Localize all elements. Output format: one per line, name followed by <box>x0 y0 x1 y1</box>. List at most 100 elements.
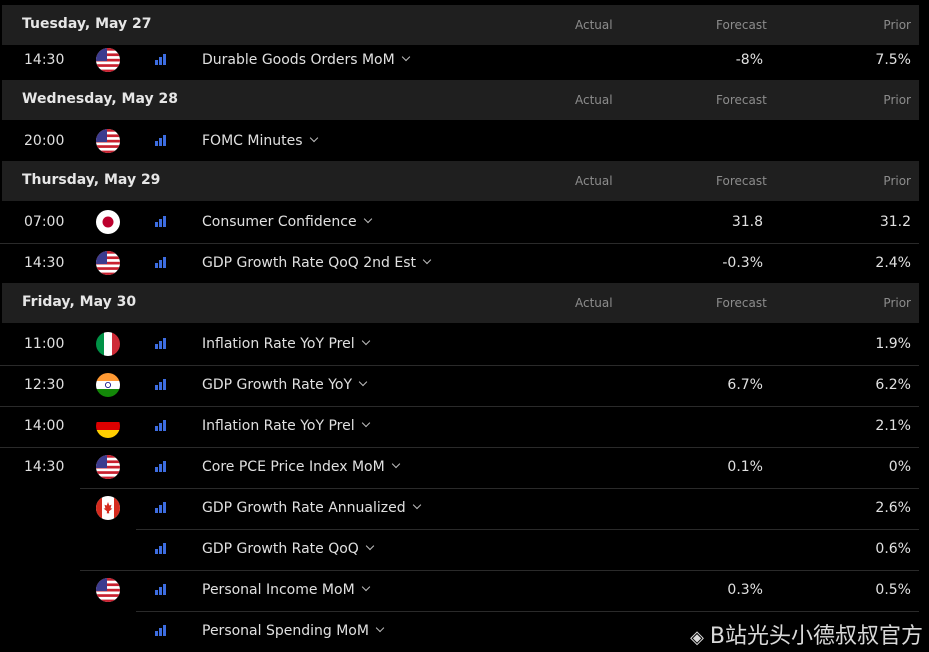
forecast-value: 0.1% <box>727 459 763 475</box>
event-name[interactable]: Inflation Rate YoY Prel <box>202 336 370 352</box>
row-divider <box>0 406 919 407</box>
column-prior-header: Prior <box>883 174 911 188</box>
event-row[interactable]: 14:30 Durable Goods Orders MoM -8% 7.5% <box>0 40 929 80</box>
importance-bars-icon <box>155 257 167 268</box>
event-row[interactable]: GDP Growth Rate Annualized 2.6% <box>0 488 929 528</box>
day-header: Wednesday, May 28 Actual Forecast Prior <box>2 80 919 120</box>
chevron-down-icon <box>363 214 372 224</box>
event-name[interactable]: Core PCE Price Index MoM <box>202 459 400 475</box>
prior-value: 0.6% <box>875 541 911 557</box>
row-divider <box>0 243 919 244</box>
event-name[interactable]: GDP Growth Rate QoQ 2nd Est <box>202 255 432 271</box>
event-row[interactable]: 14:00 Inflation Rate YoY Prel 2.1% <box>0 406 929 446</box>
column-prior-header: Prior <box>883 296 911 310</box>
forecast-value: 31.8 <box>731 214 763 230</box>
column-actual-header: Actual <box>575 93 613 107</box>
day-title: Thursday, May 29 <box>22 172 161 188</box>
day-header: Thursday, May 29 Actual Forecast Prior <box>2 161 919 201</box>
event-row[interactable]: GDP Growth Rate QoQ 0.6% <box>0 529 929 569</box>
chevron-down-icon <box>375 623 385 633</box>
row-divider <box>80 488 919 489</box>
prior-value: 2.4% <box>875 255 911 271</box>
us-flag-icon <box>96 129 120 153</box>
event-row[interactable]: 11:00 Inflation Rate YoY Prel 1.9% <box>0 324 929 364</box>
event-name[interactable]: Personal Spending MoM <box>202 623 385 639</box>
india-flag-icon <box>96 373 120 397</box>
column-forecast-header: Forecast <box>716 93 767 107</box>
importance-bars-icon <box>155 420 167 431</box>
event-name[interactable]: GDP Growth Rate Annualized <box>202 500 421 516</box>
event-row[interactable]: 20:00 FOMC Minutes <box>0 121 929 161</box>
italy-flag-icon <box>96 332 120 356</box>
event-time: 11:00 <box>24 336 65 352</box>
event-name[interactable]: FOMC Minutes <box>202 133 318 149</box>
prior-value: 0.5% <box>875 582 911 598</box>
row-divider <box>136 529 919 530</box>
chevron-down-icon <box>361 418 370 428</box>
event-row[interactable]: 14:30 Core PCE Price Index MoM 0.1% 0% <box>0 447 929 487</box>
event-time: 14:30 <box>24 459 65 475</box>
us-flag-icon <box>96 48 120 72</box>
chevron-down-icon <box>401 52 410 62</box>
germany-flag-icon <box>96 414 120 438</box>
event-name[interactable]: Durable Goods Orders MoM <box>202 52 410 68</box>
importance-bars-icon <box>155 502 167 513</box>
prior-value: 2.6% <box>875 500 911 516</box>
day-header: Friday, May 30 Actual Forecast Prior <box>2 283 919 323</box>
watermark: ◈ B站光头小德叔叔官方 <box>690 618 923 650</box>
row-divider <box>0 447 919 448</box>
event-name[interactable]: Inflation Rate YoY Prel <box>202 418 370 434</box>
day-title: Tuesday, May 27 <box>22 16 152 32</box>
event-name[interactable]: GDP Growth Rate QoQ <box>202 541 375 557</box>
chevron-down-icon <box>422 255 432 265</box>
importance-bars-icon <box>155 338 167 349</box>
day-title: Friday, May 30 <box>22 294 137 310</box>
row-divider <box>80 570 919 571</box>
event-time: 12:30 <box>24 377 65 393</box>
prior-value: 31.2 <box>879 214 911 230</box>
day-title: Wednesday, May 28 <box>22 91 178 107</box>
event-time: 20:00 <box>24 133 65 149</box>
row-divider <box>136 611 919 612</box>
prior-value: 1.9% <box>875 336 911 352</box>
event-time: 14:30 <box>24 255 65 271</box>
chevron-down-icon <box>361 582 370 592</box>
day-header: Tuesday, May 27 Actual Forecast Prior <box>2 5 919 45</box>
column-actual-header: Actual <box>575 296 613 310</box>
prior-value: 2.1% <box>875 418 911 434</box>
chevron-down-icon <box>361 336 370 346</box>
importance-bars-icon <box>155 543 167 554</box>
importance-bars-icon <box>155 54 167 65</box>
row-divider <box>0 365 919 366</box>
prior-value: 7.5% <box>875 52 911 68</box>
chevron-down-icon <box>412 500 421 510</box>
column-actual-header: Actual <box>575 18 613 32</box>
event-row[interactable]: Personal Income MoM 0.3% 0.5% <box>0 570 929 610</box>
forecast-value: 0.3% <box>727 582 763 598</box>
prior-value: 0% <box>888 459 911 475</box>
binance-icon: ◈ <box>690 627 704 648</box>
event-time: 07:00 <box>24 214 65 230</box>
us-flag-icon <box>96 251 120 275</box>
event-name[interactable]: Personal Income MoM <box>202 582 370 598</box>
importance-bars-icon <box>155 135 167 146</box>
us-flag-icon <box>96 455 120 479</box>
event-row[interactable]: 14:30 GDP Growth Rate QoQ 2nd Est -0.3% … <box>0 243 929 283</box>
column-prior-header: Prior <box>883 93 911 107</box>
event-row[interactable]: 12:30 GDP Growth Rate YoY 6.7% 6.2% <box>0 365 929 405</box>
importance-bars-icon <box>155 379 167 390</box>
importance-bars-icon <box>155 216 167 227</box>
event-name[interactable]: GDP Growth Rate YoY <box>202 377 368 393</box>
watermark-text: B站光头小德叔叔官方 <box>709 624 923 649</box>
column-forecast-header: Forecast <box>716 296 767 310</box>
event-name[interactable]: Consumer Confidence <box>202 214 372 230</box>
event-time: 14:00 <box>24 418 65 434</box>
canada-flag-icon <box>96 496 120 520</box>
column-forecast-header: Forecast <box>716 174 767 188</box>
importance-bars-icon <box>155 584 167 595</box>
us-flag-icon <box>96 578 120 602</box>
forecast-value: -8% <box>735 52 763 68</box>
forecast-value: 6.7% <box>727 377 763 393</box>
event-row[interactable]: 07:00 Consumer Confidence 31.8 31.2 <box>0 202 929 242</box>
event-time: 14:30 <box>24 52 65 68</box>
